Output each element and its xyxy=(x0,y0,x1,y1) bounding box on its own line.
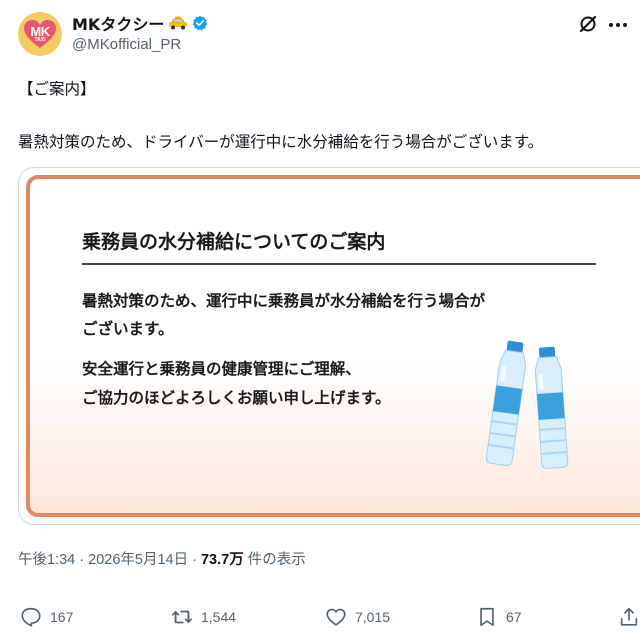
share-icon xyxy=(620,607,638,626)
notice-paragraph-1-line-2: ございます。 xyxy=(82,319,174,338)
repost-button[interactable]: 1,544 xyxy=(171,602,236,632)
retweet-icon xyxy=(172,610,192,624)
post-time[interactable]: 午後1:34 xyxy=(18,552,75,568)
bookmark-count: 67 xyxy=(506,609,522,625)
post-meta: 午後1:34 · 2026年5月14日 · 73.7万 件の表示 xyxy=(18,548,306,569)
bookmark-button[interactable]: 67 xyxy=(476,602,522,632)
author-name-row[interactable]: MKタクシー xyxy=(72,12,208,34)
like-icon xyxy=(326,608,346,626)
notice-title: 乗務員の水分補給についてのご案内 xyxy=(82,231,386,253)
reply-icon xyxy=(21,607,41,627)
repost-count: 1,544 xyxy=(201,609,237,625)
grok-icon[interactable] xyxy=(578,14,598,34)
meta-separator: · xyxy=(75,552,89,568)
post-image[interactable]: 乗務員の水分補給についてのご案内 暑熱対策のため、運行中に乗務員が水分補給を行う… xyxy=(18,167,640,525)
action-bar: 167 1,544 7,015 67 xyxy=(18,602,638,632)
share-button[interactable] xyxy=(618,602,640,632)
reply-count: 167 xyxy=(50,609,74,625)
verified-icon xyxy=(193,15,208,31)
notice-paragraph-1-line-1: 暑熱対策のため、運行中に乗務員が水分補給を行う場合が xyxy=(82,291,486,310)
post-header: MK TAXI MKタクシー @MKofficial_PR xyxy=(18,12,628,58)
notice-divider xyxy=(82,263,596,265)
notice-paragraph-2-line-1: 安全運行と乗務員の健康管理にご理解、 xyxy=(82,359,361,378)
post-text-line-1: 【ご案内】 xyxy=(18,80,96,98)
taxi-icon xyxy=(169,16,188,30)
avatar[interactable]: MK TAXI xyxy=(18,12,62,56)
like-button[interactable]: 7,015 xyxy=(325,602,390,632)
display-name[interactable]: MKタクシー xyxy=(72,11,164,35)
meta-separator: · xyxy=(188,552,201,568)
view-count: 73.7万 xyxy=(200,552,244,568)
view-count-label: 件の表示 xyxy=(243,552,306,568)
avatar-logo-subtext: TAXI xyxy=(34,37,46,43)
like-count: 7,015 xyxy=(355,609,391,625)
bookmark-icon xyxy=(480,607,494,627)
water-bottle-icon xyxy=(485,340,569,469)
more-icon[interactable] xyxy=(608,22,628,28)
notice-paragraph-2-line-2: ご協力のほどよろしくお願い申し上げます。 xyxy=(82,388,391,407)
author-handle[interactable]: @MKofficial_PR xyxy=(72,36,208,53)
post-text-line-2: 暑熱対策のため、ドライバーが運行中に水分補給を行う場合がございます。 xyxy=(18,133,544,151)
reply-button[interactable]: 167 xyxy=(20,602,73,632)
post-date[interactable]: 2026年5月14日 xyxy=(88,552,188,568)
notice-graphic: 乗務員の水分補給についてのご案内 暑熱対策のため、運行中に乗務員が水分補給を行う… xyxy=(26,175,640,517)
